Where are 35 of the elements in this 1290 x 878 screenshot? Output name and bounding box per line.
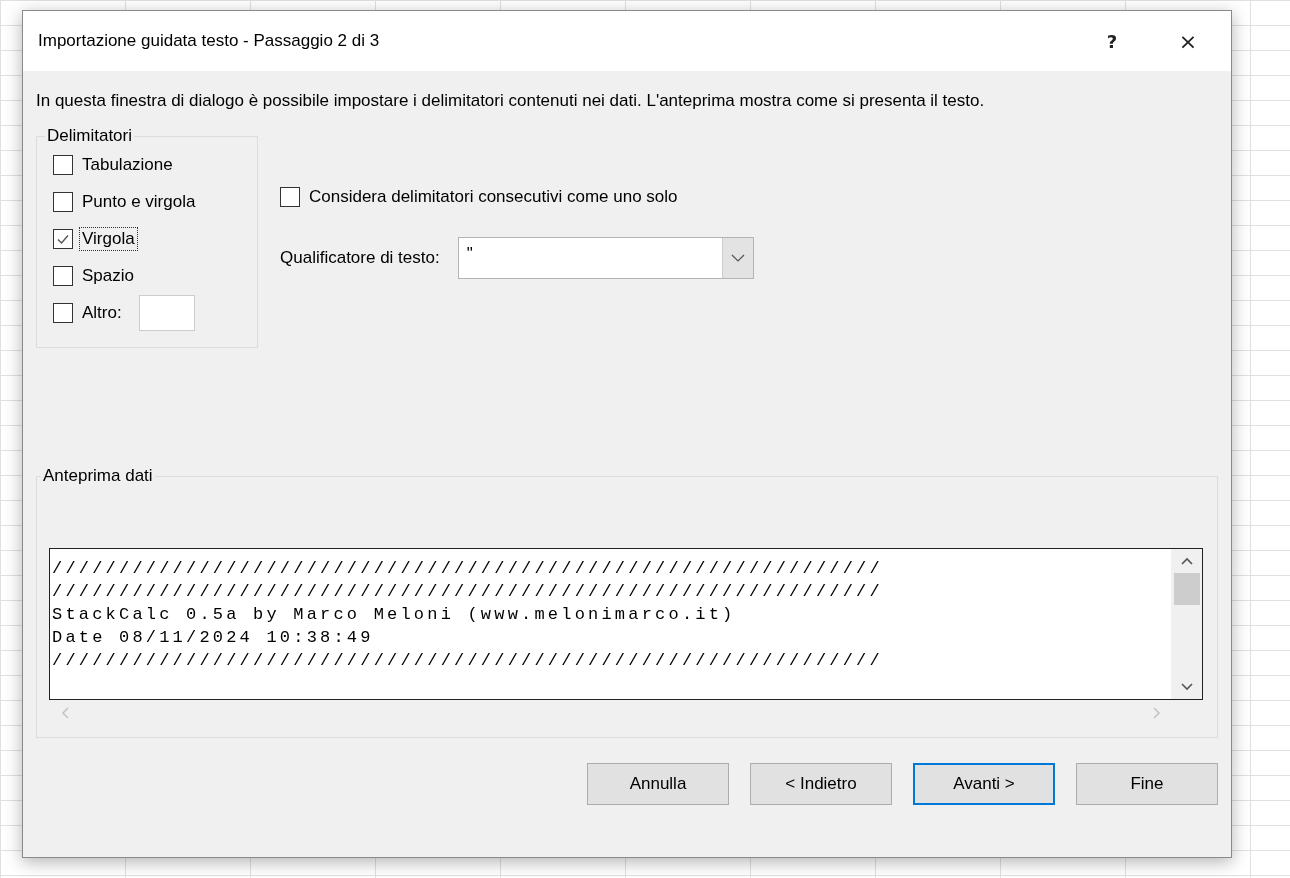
window-title: Importazione guidata testo - Passaggio 2 di 3 — [38, 31, 381, 51]
dialog-button[interactable]: Fine — [1076, 763, 1218, 805]
checkbox-label[interactable]: Altro: — [79, 300, 125, 325]
scroll-up-icon[interactable] — [1180, 557, 1193, 565]
checkbox[interactable] — [53, 228, 73, 249]
preview-line: Date 08/11/2024 10:38:49 — [52, 627, 374, 649]
checkbox-label[interactable]: Virgola — [79, 226, 138, 251]
preview-line: ////////////////////////////////////////////////////////////// — [52, 581, 883, 603]
scroll-down-icon[interactable] — [1180, 683, 1193, 691]
checkbox-label[interactable]: Tabulazione — [79, 152, 176, 177]
checkbox-label[interactable]: Punto e virgola — [79, 189, 199, 214]
help-button[interactable]: ? — [1089, 21, 1135, 61]
preview-line: StackCalc 0.5a by Marco Meloni (www.melonimarco.it) — [52, 604, 736, 626]
dialog-button[interactable]: Avanti > — [913, 763, 1055, 805]
checkbox[interactable] — [53, 265, 73, 286]
preview-line: ////////////////////////////////////////////////////////////// — [52, 558, 883, 580]
group-title: Delimitatori — [46, 126, 134, 146]
checkbox[interactable] — [53, 154, 73, 175]
dialog-button[interactable]: < Indietro — [750, 763, 892, 805]
checkbox-label[interactable]: Spazio — [79, 263, 137, 288]
vertical-scrollbar[interactable] — [1171, 548, 1203, 700]
intro-text: In questa finestra di dialogo è possibile impostare i delimitatori contenuti nei dati. L'anteprima mostra come si presenta il testo. — [36, 90, 986, 112]
preview-line: ////////////////////////////////////////////////////////////// — [52, 650, 883, 672]
chevron-down-icon — [730, 254, 745, 262]
qualifier-label: Qualificatore di testo: — [280, 248, 440, 268]
checkbox-label[interactable]: Considera delimitatori consecutivi come uno solo — [306, 184, 681, 209]
scroll-thumb[interactable] — [1173, 573, 1200, 605]
other-delimiter-field[interactable] — [138, 294, 195, 331]
qualifier-dropdown[interactable]: " — [457, 237, 754, 279]
group-title: Anteprima dati — [42, 466, 154, 486]
close-button[interactable]: × — [1165, 21, 1211, 61]
checkbox[interactable] — [53, 302, 73, 323]
dialog-button[interactable]: Annulla — [587, 763, 729, 805]
checkbox[interactable] — [53, 191, 73, 212]
checkbox[interactable] — [280, 186, 300, 207]
